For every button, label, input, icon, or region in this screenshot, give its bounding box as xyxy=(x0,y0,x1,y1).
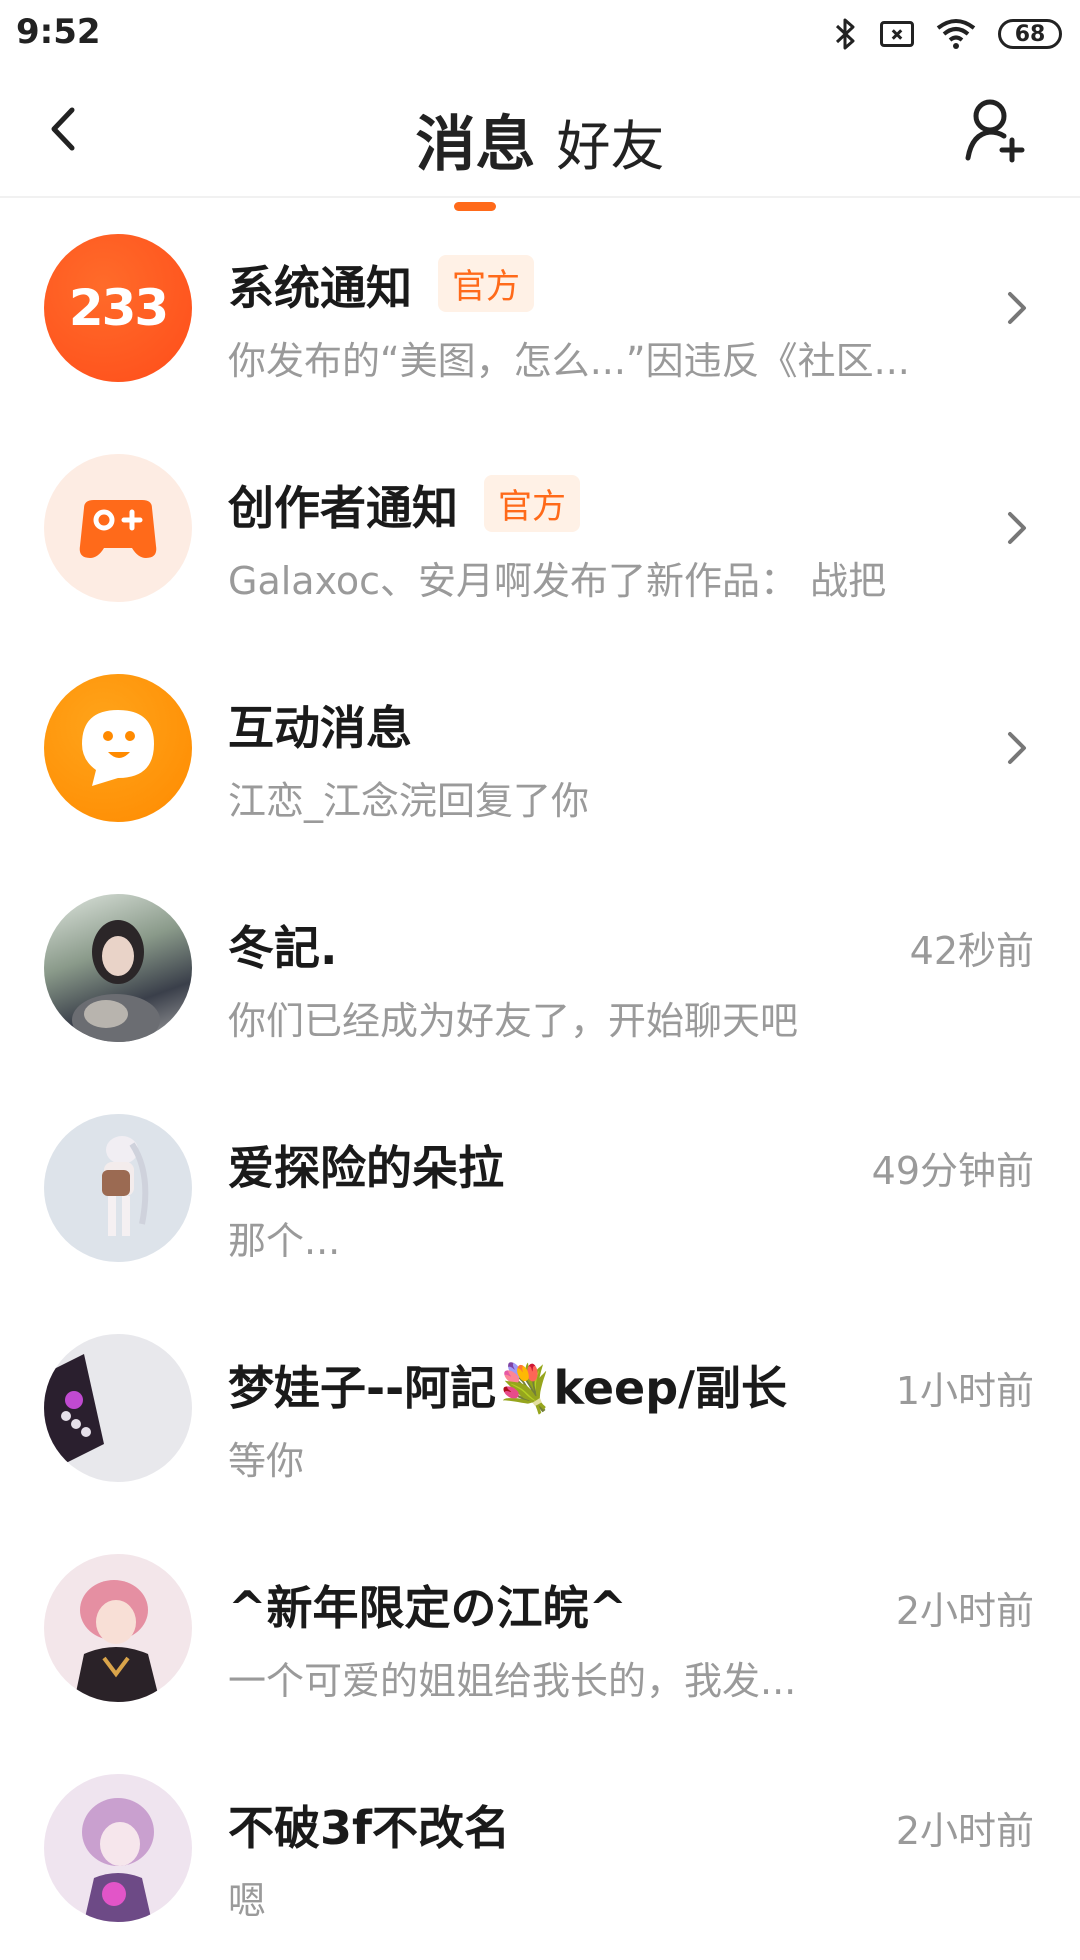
item-title-text: 互动消息 xyxy=(228,701,412,755)
status-bar: 9:52 68 xyxy=(0,0,1080,66)
item-title: 冬記. xyxy=(228,912,337,978)
add-friend-icon[interactable] xyxy=(964,96,1028,166)
list-item-system-notice[interactable]: 233 系统通知 官方 你发布的“美图，怎么...”因违反《社区... xyxy=(0,200,1080,420)
header-bar: 消息 好友 xyxy=(0,66,1080,211)
item-title: 创作者通知 官方 xyxy=(228,472,580,538)
item-title: 不破3f不改名 xyxy=(228,1792,510,1858)
no-sim-icon xyxy=(880,21,914,47)
item-subtitle: 江恋_江念浣回复了你 xyxy=(228,779,590,823)
official-badge: 官方 xyxy=(484,475,580,532)
message-list: 233 系统通知 官方 你发布的“美图，怎么...”因违反《社区... 创作者通知… xyxy=(0,200,1080,1960)
status-icons: 68 xyxy=(834,14,1062,54)
bluetooth-icon xyxy=(835,18,855,50)
chat-bubble-icon xyxy=(44,674,192,822)
gamepad-icon xyxy=(44,454,192,602)
item-timestamp: 2小时前 xyxy=(895,1809,1034,1853)
item-title: ^新年限定の江皖^ xyxy=(228,1572,627,1638)
item-subtitle: 一个可爱的姐姐给我长的，我发... xyxy=(228,1659,797,1703)
list-item-chat[interactable]: 梦娃子--阿記💐keep/副长 1小时前 等你 xyxy=(0,1300,1080,1520)
item-subtitle: Galaxoc、安月啊发布了新作品： 战把 xyxy=(228,559,887,603)
avatar[interactable] xyxy=(44,1554,192,1702)
chevron-right-icon xyxy=(1008,732,1026,764)
item-subtitle: 那个... xyxy=(228,1219,341,1263)
tab-messages-label: 消息 xyxy=(415,110,536,180)
item-title: 梦娃子--阿記💐keep/副长 xyxy=(228,1352,787,1418)
avatar[interactable] xyxy=(44,894,192,1042)
list-item-chat[interactable]: ^新年限定の江皖^ 2小时前 一个可爱的姐姐给我长的，我发... xyxy=(0,1520,1080,1740)
item-title: 爱探险的朵拉 xyxy=(228,1132,504,1198)
item-timestamp: 42秒前 xyxy=(909,929,1034,973)
item-title-text: 爱探险的朵拉 xyxy=(228,1141,504,1195)
tab-friends[interactable]: 好友 xyxy=(557,102,665,181)
avatar[interactable] xyxy=(44,1114,192,1262)
item-title-text: ^新年限定の江皖^ xyxy=(228,1581,628,1635)
list-item-chat[interactable]: 冬記. 42秒前 你们已经成为好友了，开始聊天吧 xyxy=(0,860,1080,1080)
tab-bar: 消息 好友 xyxy=(0,96,1080,211)
tab-messages[interactable]: 消息 xyxy=(415,96,536,211)
chevron-right-icon xyxy=(1008,512,1026,544)
battery-level: 68 xyxy=(1014,21,1046,47)
wifi-icon xyxy=(936,19,976,49)
item-timestamp: 1小时前 xyxy=(895,1369,1034,1413)
list-item-interactions[interactable]: 互动消息 江恋_江念浣回复了你 xyxy=(0,640,1080,860)
status-time: 9:52 xyxy=(16,12,101,52)
system-avatar-text: 233 xyxy=(68,279,169,337)
item-timestamp: 49分钟前 xyxy=(871,1149,1034,1193)
item-title-text: 系统通知 xyxy=(228,261,412,315)
list-item-chat[interactable]: 爱探险的朵拉 49分钟前 那个... xyxy=(0,1080,1080,1300)
item-subtitle: 等你 xyxy=(228,1439,305,1483)
item-subtitle: 你们已经成为好友了，开始聊天吧 xyxy=(228,999,799,1043)
item-subtitle: 嗯 xyxy=(228,1879,267,1923)
list-item-creator-notice[interactable]: 创作者通知 官方 Galaxoc、安月啊发布了新作品： 战把 xyxy=(0,420,1080,640)
official-badge: 官方 xyxy=(438,255,534,312)
item-title: 系统通知 官方 xyxy=(228,252,534,318)
item-title-text: 不破3f不改名 xyxy=(228,1801,511,1855)
item-timestamp: 2小时前 xyxy=(895,1589,1034,1633)
item-title-text: 梦娃子--阿記💐keep/副长 xyxy=(228,1361,787,1415)
item-title-text: 冬記. xyxy=(228,921,338,975)
list-item-chat[interactable]: 不破3f不改名 2小时前 嗯 xyxy=(0,1740,1080,1960)
item-subtitle: 你发布的“美图，怎么...”因违反《社区... xyxy=(228,339,910,383)
item-title: 互动消息 xyxy=(228,692,412,758)
battery-icon: 68 xyxy=(998,19,1062,49)
system-233-icon: 233 xyxy=(44,234,192,382)
avatar[interactable] xyxy=(44,1334,192,1482)
item-title-text: 创作者通知 xyxy=(228,481,458,535)
avatar[interactable] xyxy=(44,1774,192,1922)
chevron-right-icon xyxy=(1008,292,1026,324)
